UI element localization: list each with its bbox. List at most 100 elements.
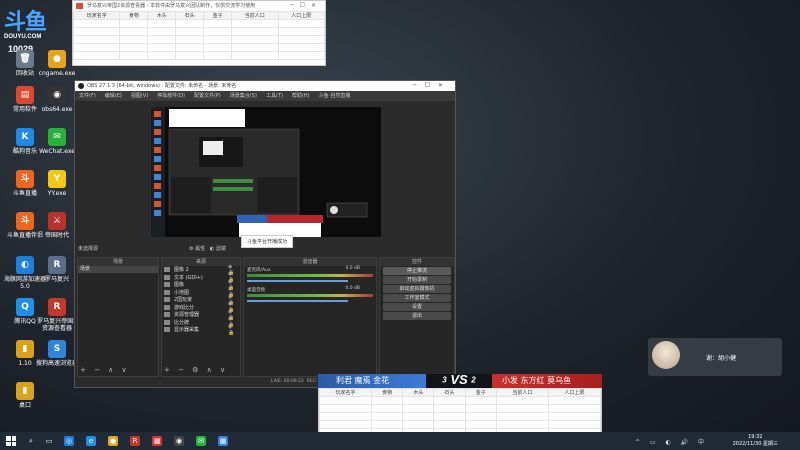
- column-header[interactable]: 人口上限: [277, 11, 325, 20]
- control-button[interactable]: 工作室模式: [383, 294, 451, 302]
- menu-item[interactable]: 斗鱼-自然直播: [319, 93, 351, 99]
- table-cell[interactable]: [464, 412, 497, 421]
- menu-item[interactable]: 帮助(H): [292, 93, 310, 99]
- source-toolbar[interactable]: + − ⚙ ∧ ∨: [164, 366, 228, 374]
- window-controls[interactable]: ─☐✕: [290, 1, 322, 11]
- column-header[interactable]: 当前人口: [495, 388, 549, 397]
- table-cell[interactable]: [464, 396, 497, 405]
- obs-titlebar[interactable]: OBS 27.1.3 (64-bit, windows) - 配置文件: 未命名…: [75, 81, 455, 91]
- obs-window-controls[interactable]: ─☐✕: [413, 81, 451, 91]
- obs-preview[interactable]: [151, 107, 381, 237]
- table-cell[interactable]: [371, 412, 404, 421]
- table-cell[interactable]: [231, 35, 279, 44]
- table-cell[interactable]: [175, 43, 205, 52]
- taskbar-app-icon[interactable]: e: [86, 436, 96, 446]
- taskbar-app-icon[interactable]: R: [130, 436, 140, 446]
- table-cell[interactable]: [402, 396, 435, 405]
- table-cell[interactable]: [175, 27, 205, 36]
- column-header[interactable]: 玩家名字: [72, 11, 121, 20]
- table-cell[interactable]: [402, 420, 435, 429]
- desktop-icon[interactable]: ✉ WeChat.exe: [36, 128, 78, 155]
- control-button[interactable]: 停止推流: [383, 267, 451, 275]
- table-cell[interactable]: [175, 51, 205, 60]
- menu-item[interactable]: 停靠部件(D): [157, 93, 185, 99]
- column-header[interactable]: 木头: [402, 388, 435, 397]
- desktop-icon[interactable]: ▮ 桌口: [4, 382, 46, 409]
- table-cell[interactable]: [175, 35, 205, 44]
- column-header[interactable]: 金子: [464, 388, 497, 397]
- table-cell[interactable]: [203, 35, 233, 44]
- table-cell[interactable]: [119, 35, 149, 44]
- column-header[interactable]: 人口上限: [547, 388, 602, 397]
- control-button[interactable]: 退出: [383, 312, 451, 320]
- obs-window[interactable]: OBS 27.1.3 (64-bit, windows) - 配置文件: 未命名…: [74, 80, 456, 388]
- table-cell[interactable]: [547, 404, 602, 413]
- table-cell[interactable]: [277, 35, 325, 44]
- taskbar-app-icon[interactable]: ✉: [196, 436, 206, 446]
- desktop-icon[interactable]: S 搜狗高速浏览器: [36, 340, 78, 367]
- taskbar-app-icon[interactable]: ●: [108, 436, 118, 446]
- table-cell[interactable]: [72, 27, 121, 36]
- volume-slider[interactable]: [247, 300, 348, 302]
- table-cell[interactable]: [119, 19, 149, 28]
- source-item[interactable]: 显示器采集 ◉ 🔒: [162, 324, 240, 336]
- desktop-icon[interactable]: R 罗马复兴: [36, 256, 78, 283]
- control-button[interactable]: 启动虚拟摄像机: [383, 285, 451, 293]
- table-cell[interactable]: [72, 35, 121, 44]
- desktop-icon[interactable]: ⚔ 帝国时代: [36, 212, 78, 239]
- table-cell[interactable]: [318, 396, 373, 405]
- table-cell[interactable]: [402, 412, 435, 421]
- column-header[interactable]: 木头: [147, 11, 177, 20]
- properties-button[interactable]: ⚙ 属性 ◐ 滤镜: [189, 243, 226, 255]
- visibility-lock-icon[interactable]: ◉ 🔒: [228, 324, 240, 336]
- scene-toolbar[interactable]: + − ∧ ∨: [80, 366, 130, 374]
- table-cell[interactable]: [495, 396, 549, 405]
- menu-item[interactable]: 编辑(E): [105, 93, 122, 99]
- table-cell[interactable]: [203, 19, 233, 28]
- table-cell[interactable]: [277, 43, 325, 52]
- scene-item[interactable]: 场景: [78, 266, 158, 273]
- table-cell[interactable]: [318, 420, 373, 429]
- table-cell[interactable]: [371, 404, 404, 413]
- table-cell[interactable]: [147, 19, 177, 28]
- table-cell[interactable]: [433, 412, 466, 421]
- table-cell[interactable]: [231, 19, 279, 28]
- table-cell[interactable]: [433, 396, 466, 405]
- clock[interactable]: 19:32 2022/11/30 星期三: [733, 434, 778, 448]
- system-tray[interactable]: ^ ▭ ◐ 🔊 中: [635, 437, 708, 446]
- table-cell[interactable]: [495, 412, 549, 421]
- task-view-icon[interactable]: ▭: [44, 436, 54, 446]
- table-cell[interactable]: [371, 420, 404, 429]
- column-header[interactable]: 金子: [203, 11, 233, 20]
- taskbar-app-icon[interactable]: ▦: [152, 436, 162, 446]
- menu-item[interactable]: 工具(T): [266, 93, 283, 99]
- table-cell[interactable]: [147, 35, 177, 44]
- table-cell[interactable]: [72, 51, 121, 60]
- desktop-icon[interactable]: Y YY.exe: [36, 170, 78, 197]
- volume-slider[interactable]: [247, 280, 348, 282]
- table-cell[interactable]: [147, 43, 177, 52]
- windows-start-icon[interactable]: [6, 436, 16, 446]
- table-cell[interactable]: [231, 51, 279, 60]
- table-cell[interactable]: [203, 43, 233, 52]
- table-cell[interactable]: [277, 27, 325, 36]
- table-cell[interactable]: [402, 404, 435, 413]
- table-cell[interactable]: [547, 412, 602, 421]
- table-cell[interactable]: [119, 43, 149, 52]
- table-cell[interactable]: [72, 43, 121, 52]
- table-cell[interactable]: [495, 420, 549, 429]
- table-cell[interactable]: [464, 404, 497, 413]
- table-cell[interactable]: [203, 51, 233, 60]
- table-cell[interactable]: [147, 27, 177, 36]
- table-cell[interactable]: [277, 51, 325, 60]
- table-cell[interactable]: [119, 51, 149, 60]
- column-header[interactable]: 玩家名字: [318, 388, 373, 397]
- column-header[interactable]: 食物: [371, 388, 404, 397]
- resource-viewer-window[interactable]: 罗马复兴帝国2资源查看器 - 本软件由罗马复兴团队制作，仅供交流学习使用 ─☐✕…: [72, 0, 326, 66]
- table-cell[interactable]: [231, 27, 279, 36]
- table-cell[interactable]: [371, 396, 404, 405]
- menu-item[interactable]: 文件(F): [79, 93, 96, 99]
- column-header[interactable]: 石头: [433, 388, 466, 397]
- table-cell[interactable]: [318, 404, 373, 413]
- taskbar-app-icon[interactable]: ◎: [64, 436, 74, 446]
